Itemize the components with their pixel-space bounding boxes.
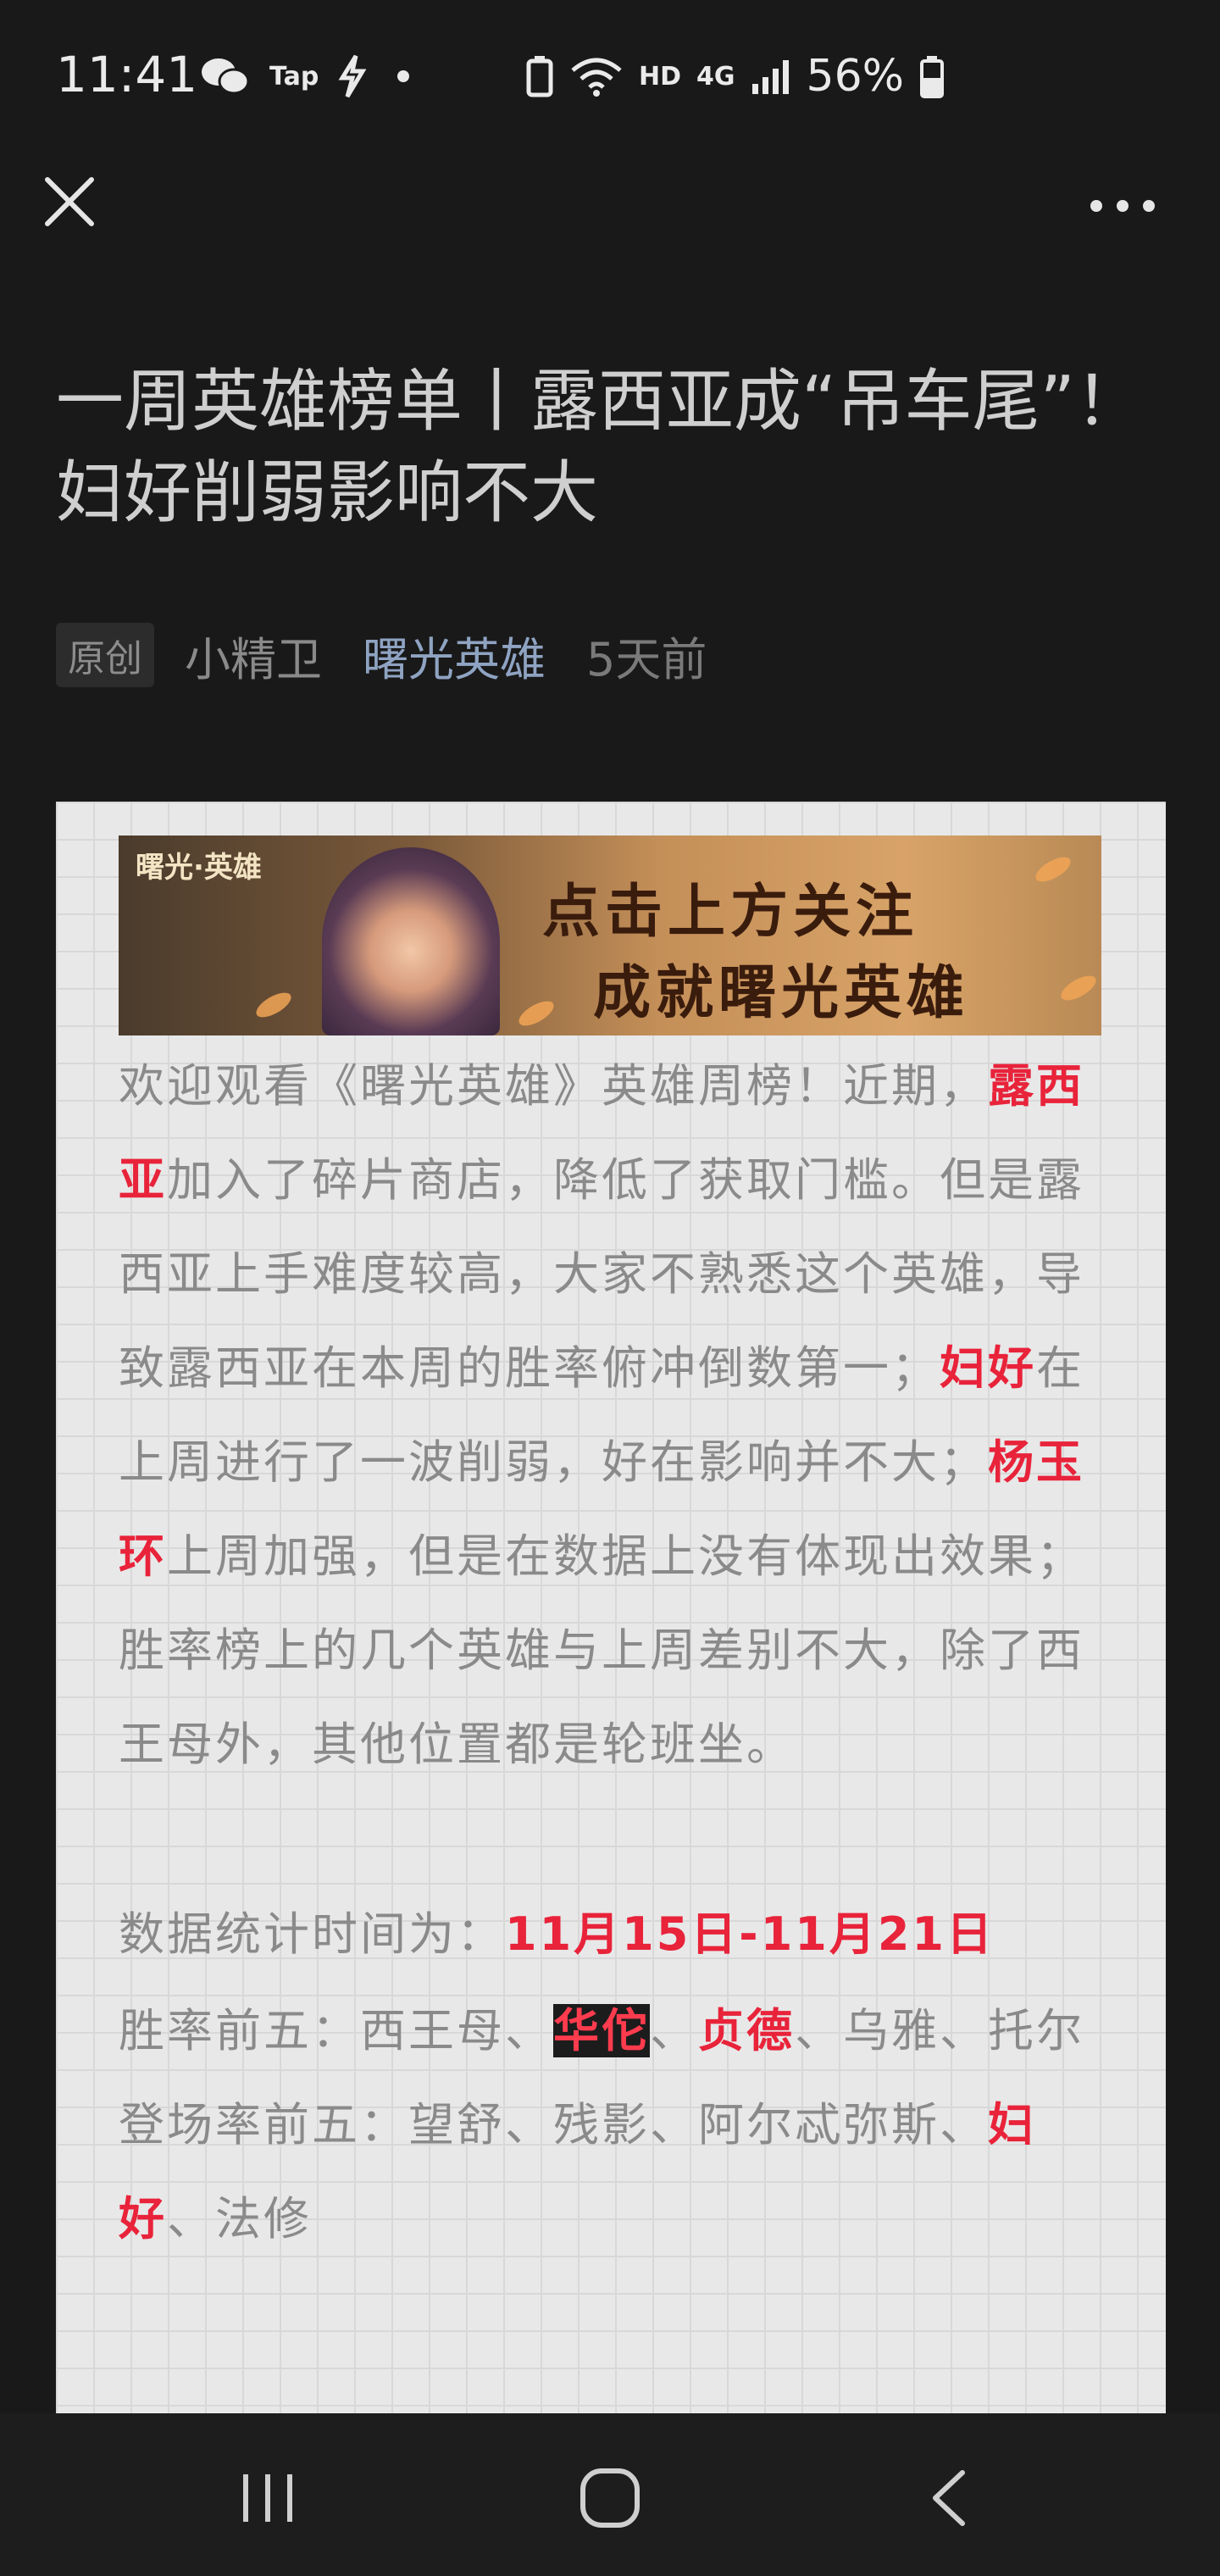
winrate-rest: 、乌雅、托尔 — [795, 2004, 1084, 2057]
article-title: 一周英雄榜单丨露西亚成“吊车尾”！妇好削弱影响不大 — [56, 362, 1143, 532]
more-options-icon[interactable] — [1084, 176, 1161, 236]
banner-line1: 点击上方关注 — [542, 879, 919, 946]
appearance-line: 登场率前五：望舒、残影、阿尔忒弥斯、妇好、法修 — [119, 2078, 1101, 2266]
close-icon[interactable] — [36, 168, 103, 236]
status-time: 11:41 — [56, 46, 198, 103]
banner-hero-image — [322, 847, 500, 1035]
leaf-decoration — [515, 996, 557, 1031]
battery-icon — [920, 56, 945, 98]
winrate-label: 胜率前五：西王母、 — [119, 2004, 553, 2057]
leaf-decoration — [1032, 852, 1074, 887]
banner-line2: 成就曙光英雄 — [593, 960, 970, 1027]
recent-apps-icon[interactable] — [237, 2468, 298, 2529]
article-body: 欢迎观看《曙光英雄》英雄周榜！近期，露西亚加入了碎片商店，降低了获取门槛。但是露… — [119, 1039, 1101, 2266]
tap-icon: Tap — [269, 61, 319, 92]
winrate-line: 胜率前五：西王母、华佗、贞德、乌雅、托尔 — [119, 1984, 1101, 2078]
banner-logo: 曙光·英雄 — [136, 851, 262, 885]
signal-icon — [751, 60, 789, 94]
battery-saver-icon — [526, 56, 553, 97]
winrate-separator: 、 — [650, 2004, 698, 2057]
status-bar: 11:41 Tap HD 4G 56% — [0, 0, 1220, 153]
wechat-icon — [202, 58, 250, 95]
appearance-label: 登场率前五：望舒、残影、阿尔忒弥斯、 — [119, 2098, 988, 2151]
hero-highlight-huatuo: 华佗 — [553, 2004, 650, 2057]
battery-percent: 56% — [806, 51, 905, 102]
leaf-decoration — [1057, 970, 1100, 1006]
hero-highlight-zhende: 贞德 — [698, 2004, 795, 2057]
body-text: 上周加强，但是在数据上没有体现出效果；胜率榜上的几个英雄与上周差别不大，除了西王… — [119, 1530, 1084, 1771]
hd-indicator: HD — [639, 61, 682, 92]
network-type-indicator: 4G — [696, 61, 735, 92]
article-content: 曙光·英雄 点击上方关注 成就曙光英雄 欢迎观看《曙光英雄》英雄周榜！近期，露西… — [56, 802, 1166, 2413]
wifi-icon — [571, 58, 622, 97]
original-badge: 原创 — [56, 623, 154, 687]
body-text: 欢迎观看《曙光英雄》英雄周榜！近期， — [119, 1059, 988, 1113]
publish-time: 5天前 — [586, 632, 707, 686]
status-notification-icons: Tap — [200, 49, 420, 103]
follow-banner[interactable]: 曙光·英雄 点击上方关注 成就曙光英雄 — [119, 836, 1101, 1035]
stat-time-label: 数据统计时间为： — [119, 1907, 505, 1961]
stat-time-line: 数据统计时间为：11月15日-11月21日 — [119, 1885, 1101, 1984]
appearance-rest: 、法修 — [167, 2192, 312, 2246]
stat-time-value: 11月15日-11月21日 — [505, 1907, 995, 1961]
dot-icon — [397, 70, 410, 82]
back-icon[interactable] — [923, 2464, 974, 2532]
status-system-icons: HD 4G 56% — [525, 49, 945, 103]
hero-highlight-fuhao: 妇好 — [940, 1341, 1036, 1395]
bolt-icon — [338, 54, 367, 98]
account-link[interactable]: 曙光英雄 — [363, 622, 546, 689]
home-icon[interactable] — [576, 2464, 644, 2532]
article-author: 小精卫 — [185, 632, 322, 686]
leaf-decoration — [252, 987, 295, 1023]
article-meta: 原创 小精卫 曙光英雄 5天前 — [56, 619, 707, 691]
